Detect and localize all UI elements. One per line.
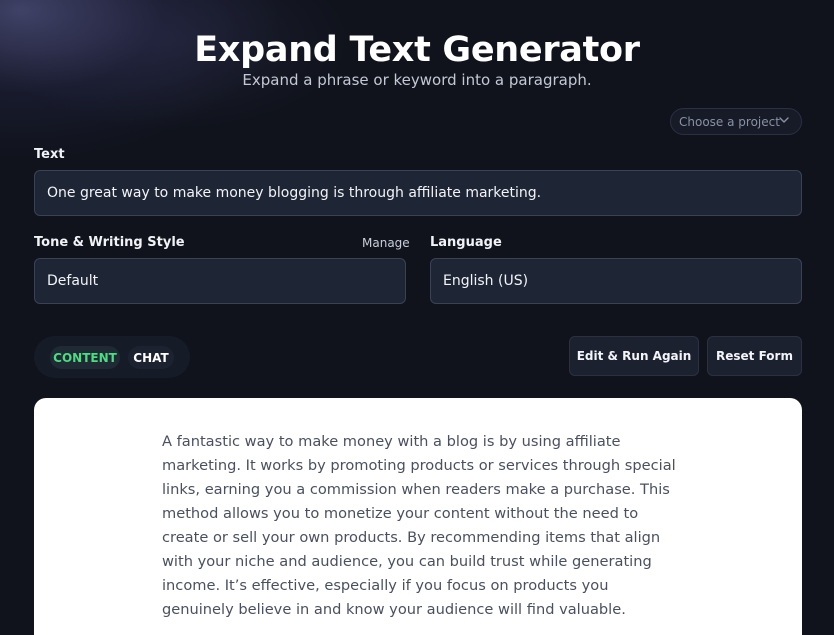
view-toggle-group: CONTENT CHAT — [34, 336, 190, 378]
project-select[interactable]: Choose a project — [670, 108, 802, 135]
project-select-value: Choose a project — [679, 114, 780, 129]
content-tab[interactable]: CONTENT — [50, 346, 120, 369]
chevron-down-icon — [779, 117, 789, 123]
tone-select[interactable]: Default — [34, 258, 406, 304]
language-label: Language — [430, 235, 502, 250]
page: Expand Text Generator Expand a phrase or… — [0, 0, 834, 635]
language-select-value: English (US) — [443, 273, 529, 289]
text-input-value: One great way to make money blogging is … — [47, 185, 542, 201]
manage-link[interactable]: Manage — [362, 236, 410, 250]
language-select[interactable]: English (US) — [430, 258, 802, 304]
result-text: A fantastic way to make money with a blo… — [162, 433, 676, 618]
page-title: Expand Text Generator — [194, 30, 640, 70]
chat-tab[interactable]: CHAT — [128, 346, 174, 369]
text-input[interactable]: One great way to make money blogging is … — [34, 170, 802, 216]
result-panel: A fantastic way to make money with a blo… — [34, 398, 802, 635]
tone-select-value: Default — [47, 273, 99, 289]
reset-form-button[interactable]: Reset Form — [707, 336, 802, 376]
tone-label: Tone & Writing Style — [34, 235, 185, 250]
text-label: Text — [34, 147, 65, 162]
edit-run-again-button[interactable]: Edit & Run Again — [569, 336, 699, 376]
page-subtitle: Expand a phrase or keyword into a paragr… — [242, 71, 592, 89]
